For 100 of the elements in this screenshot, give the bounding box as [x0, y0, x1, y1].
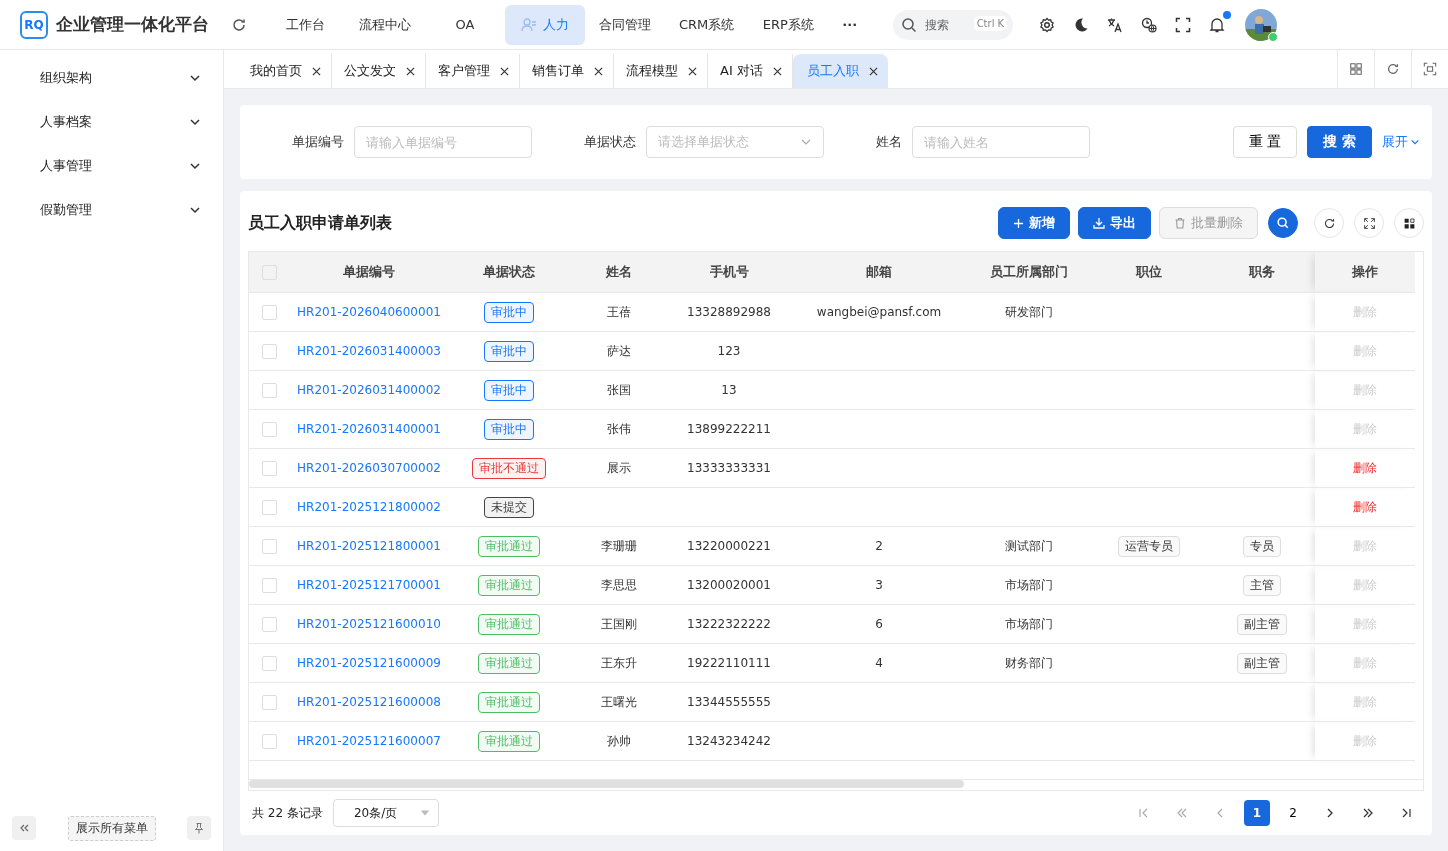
- row-checkbox[interactable]: [261, 733, 277, 749]
- close-icon[interactable]: [594, 66, 603, 76]
- document-number-link[interactable]: HR201-2025121800002: [297, 500, 441, 514]
- add-button[interactable]: 新增: [998, 207, 1070, 239]
- close-icon[interactable]: [500, 66, 509, 76]
- row-checkbox[interactable]: [261, 616, 277, 632]
- document-number-link[interactable]: HR201-2026031400002: [297, 383, 441, 397]
- status-tag: 审批中: [484, 340, 534, 362]
- collapse-button[interactable]: [12, 816, 36, 840]
- expand-button[interactable]: 展开: [1382, 133, 1420, 151]
- document-number-link[interactable]: HR201-2026040600001: [297, 305, 441, 319]
- status-tag: 审批通过: [478, 535, 540, 557]
- status-tag: 审批通过: [478, 574, 540, 596]
- nav-tab[interactable]: CRM系统: [665, 4, 749, 45]
- fullscreen-icon[interactable]: [1175, 16, 1192, 33]
- column-header: 邮箱: [866, 264, 892, 279]
- close-icon[interactable]: [868, 66, 878, 76]
- page-size-select[interactable]: 20条/页: [332, 799, 439, 827]
- nav-tab[interactable]: 人力: [505, 4, 585, 45]
- settings-icon[interactable]: [1039, 16, 1056, 33]
- search-button[interactable]: [1268, 208, 1298, 238]
- delete-link[interactable]: 删除: [1353, 460, 1377, 475]
- page-tab[interactable]: 员工入职: [792, 54, 888, 88]
- page-tab[interactable]: 我的首页: [238, 54, 332, 88]
- pin-button[interactable]: [187, 816, 211, 840]
- table-cell: 王东升: [601, 655, 637, 670]
- more-button[interactable]: ···: [828, 4, 872, 45]
- refresh-button[interactable]: [1314, 208, 1344, 238]
- fullscreen-button[interactable]: [1354, 208, 1384, 238]
- page-tab[interactable]: AI 对话: [708, 54, 793, 88]
- app-logo: RQ: [20, 10, 48, 39]
- row-checkbox[interactable]: [261, 421, 277, 437]
- page-button[interactable]: 1: [1244, 800, 1270, 826]
- page-tab[interactable]: 客户管理: [426, 54, 520, 88]
- row-checkbox[interactable]: [261, 538, 277, 554]
- status-tag: 审批中: [484, 379, 534, 401]
- show-all-menus-button[interactable]: 展示所有菜单: [67, 815, 156, 841]
- nav-tab[interactable]: 工作台: [265, 4, 345, 45]
- person-icon: [521, 16, 537, 33]
- close-icon[interactable]: [772, 66, 782, 76]
- row-checkbox[interactable]: [261, 694, 277, 710]
- nav-tab[interactable]: 合同管理: [585, 4, 665, 45]
- status-tag: 审批中: [484, 301, 534, 323]
- moon-icon[interactable]: [1073, 16, 1090, 33]
- columns-button[interactable]: [1394, 208, 1424, 238]
- close-icon[interactable]: [406, 66, 415, 76]
- row-checkbox[interactable]: [261, 304, 277, 320]
- table-cell: 市场部门: [1005, 577, 1053, 592]
- export-button[interactable]: 导出: [1078, 207, 1151, 239]
- page-button[interactable]: 2: [1280, 800, 1306, 826]
- refresh-icon: [1322, 216, 1336, 230]
- bell-icon[interactable]: [1209, 16, 1226, 33]
- document-number-link[interactable]: HR201-2026030700002: [297, 461, 441, 475]
- role-tag: 专员: [1243, 535, 1281, 557]
- nav-tab[interactable]: ERP系统: [748, 4, 829, 45]
- filter-label: 姓名: [876, 133, 902, 151]
- input-field[interactable]: 请输入姓名: [912, 126, 1090, 158]
- page-tab[interactable]: 流程模型: [614, 54, 708, 88]
- delete-link[interactable]: 删除: [1353, 499, 1377, 514]
- document-number-link[interactable]: HR201-2026031400003: [297, 344, 441, 358]
- refresh-icon[interactable]: [231, 16, 247, 33]
- table-cell: wangbei@pansf.com: [816, 305, 942, 319]
- page-tab[interactable]: 销售订单: [520, 54, 614, 88]
- nav-tab[interactable]: OA: [425, 4, 505, 45]
- document-number-link[interactable]: HR201-2025121800001: [297, 539, 441, 553]
- document-number-link[interactable]: HR201-2025121700001: [297, 578, 441, 592]
- download-icon: [1093, 217, 1105, 229]
- sidebar-item[interactable]: 假勤管理: [0, 188, 223, 232]
- table-cell: 13344555555: [687, 695, 771, 709]
- document-number-link[interactable]: HR201-2025121600008: [297, 695, 441, 709]
- page-tab[interactable]: 公文发文: [332, 54, 426, 88]
- column-header: 职务: [1249, 264, 1275, 279]
- row-checkbox[interactable]: [261, 460, 277, 476]
- sidebar-item[interactable]: 人事档案: [0, 100, 223, 144]
- document-number-link[interactable]: HR201-2025121600010: [297, 617, 441, 631]
- horizontal-scrollbar[interactable]: [249, 780, 964, 788]
- row-checkbox[interactable]: [261, 382, 277, 398]
- reset-button[interactable]: 重 置: [1232, 126, 1298, 158]
- table-cell: 3: [875, 578, 883, 592]
- table-cell: 展示: [607, 460, 631, 475]
- row-checkbox[interactable]: [261, 499, 277, 515]
- table-cell: 王国刚: [601, 616, 637, 631]
- search-button[interactable]: 搜 索: [1307, 126, 1372, 158]
- sidebar-item[interactable]: 人事管理: [0, 144, 223, 188]
- input-field[interactable]: 请输入单据编号: [354, 126, 532, 158]
- row-checkbox[interactable]: [261, 343, 277, 359]
- row-checkbox[interactable]: [261, 655, 277, 671]
- nav-tab[interactable]: 流程中心: [345, 4, 425, 45]
- sidebar-item[interactable]: 组织架构: [0, 56, 223, 100]
- translate-icon[interactable]: [1107, 16, 1124, 33]
- document-number-link[interactable]: HR201-2025121600009: [297, 656, 441, 670]
- document-number-link[interactable]: HR201-2026031400001: [297, 422, 441, 436]
- row-checkbox[interactable]: [261, 577, 277, 593]
- table-cell: 财务部门: [1005, 655, 1053, 670]
- close-icon[interactable]: [688, 66, 697, 76]
- close-icon[interactable]: [312, 66, 321, 76]
- role-tag: 副主管: [1237, 613, 1287, 635]
- document-number-link[interactable]: HR201-2025121600007: [297, 734, 441, 748]
- pin-icon: [193, 822, 205, 834]
- clock-globe-icon[interactable]: [1141, 16, 1158, 33]
